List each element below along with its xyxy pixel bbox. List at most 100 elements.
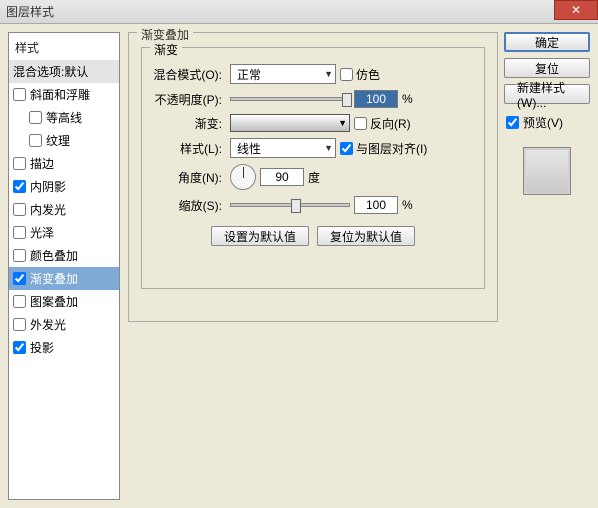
dither-checkbox[interactable]: 仿色 (340, 66, 380, 83)
sidebar-checkbox[interactable] (29, 111, 42, 124)
sidebar-item-label: 图案叠加 (30, 293, 115, 310)
sidebar-item-label: 外发光 (30, 316, 115, 333)
sidebar-checkbox[interactable] (13, 272, 26, 285)
scale-slider[interactable] (230, 203, 350, 207)
close-icon: ✕ (571, 3, 581, 17)
reverse-label: 反向(R) (370, 115, 411, 132)
main-panel: 渐变叠加 渐变 混合模式(O): 正常 ▼ 仿色 不透明度(P): (124, 24, 502, 508)
sidebar-checkbox[interactable] (13, 295, 26, 308)
content: 样式 混合选项:默认 斜面和浮雕等高线纹理描边内阴影内发光光泽颜色叠加渐变叠加图… (0, 24, 598, 508)
blend-mode-select[interactable]: 正常 ▼ (230, 64, 336, 84)
sidebar-checkbox[interactable] (13, 157, 26, 170)
sidebar-item-5[interactable]: 内发光 (9, 198, 119, 221)
sidebar-item-label: 渐变叠加 (30, 270, 115, 287)
sidebar-item-3[interactable]: 描边 (9, 152, 119, 175)
sidebar-item-8[interactable]: 渐变叠加 (9, 267, 119, 290)
inner-legend: 渐变 (150, 41, 182, 58)
sidebar-item-label: 内发光 (30, 201, 115, 218)
sidebar-checkbox[interactable] (29, 134, 42, 147)
gradient-row: 渐变: ▼ 反向(R) (150, 114, 476, 132)
opacity-slider[interactable] (230, 97, 350, 101)
sidebar-item-label: 等高线 (46, 109, 115, 126)
style-select[interactable]: 线性 ▼ (230, 138, 336, 158)
reverse-input[interactable] (354, 117, 367, 130)
blend-mode-label: 混合模式(O): (150, 66, 226, 83)
preview-input[interactable] (506, 116, 519, 129)
cancel-button[interactable]: 复位 (504, 58, 590, 78)
style-value: 线性 (237, 140, 261, 157)
angle-unit: 度 (308, 169, 320, 186)
ok-button[interactable]: 确定 (504, 32, 590, 52)
styles-sidebar: 样式 混合选项:默认 斜面和浮雕等高线纹理描边内阴影内发光光泽颜色叠加渐变叠加图… (8, 32, 120, 500)
sidebar-item-11[interactable]: 投影 (9, 336, 119, 359)
sidebar-item-label: 颜色叠加 (30, 247, 115, 264)
sidebar-checkbox[interactable] (13, 249, 26, 262)
align-input[interactable] (340, 142, 353, 155)
reset-default-button[interactable]: 复位为默认值 (317, 226, 415, 246)
chevron-down-icon: ▼ (338, 118, 347, 128)
style-row: 样式(L): 线性 ▼ 与图层对齐(I) (150, 138, 476, 158)
align-checkbox[interactable]: 与图层对齐(I) (340, 140, 427, 157)
opacity-row: 不透明度(P): 100 % (150, 90, 476, 108)
style-label: 样式(L): (150, 140, 226, 157)
default-buttons-row: 设置为默认值 复位为默认值 (150, 226, 476, 246)
angle-row: 角度(N): 90 度 (150, 164, 476, 190)
dither-label: 仿色 (356, 66, 380, 83)
preview-swatch (523, 147, 571, 195)
sidebar-item-label: 斜面和浮雕 (30, 86, 115, 103)
sidebar-checkbox[interactable] (13, 318, 26, 331)
set-default-button[interactable]: 设置为默认值 (211, 226, 309, 246)
sidebar-item-7[interactable]: 颜色叠加 (9, 244, 119, 267)
sidebar-item-1[interactable]: 等高线 (9, 106, 119, 129)
sidebar-checkbox[interactable] (13, 226, 26, 239)
sidebar-checkbox[interactable] (13, 180, 26, 193)
gradient-inner-group: 渐变 混合模式(O): 正常 ▼ 仿色 不透明度(P): (141, 47, 485, 289)
scale-unit: % (402, 198, 413, 212)
angle-value[interactable]: 90 (260, 168, 304, 186)
close-button[interactable]: ✕ (554, 0, 598, 20)
sidebar-item-label: 描边 (30, 155, 115, 172)
gradient-overlay-group: 渐变叠加 渐变 混合模式(O): 正常 ▼ 仿色 不透明度(P): (128, 32, 498, 322)
scale-label: 缩放(S): (150, 197, 226, 214)
blend-options-label: 混合选项:默认 (13, 63, 115, 80)
blend-options-item[interactable]: 混合选项:默认 (9, 60, 119, 83)
opacity-unit: % (402, 92, 413, 106)
align-label: 与图层对齐(I) (356, 140, 427, 157)
sidebar-item-label: 内阴影 (30, 178, 115, 195)
sidebar-checkbox[interactable] (13, 88, 26, 101)
scale-value[interactable]: 100 (354, 196, 398, 214)
sidebar-item-label: 投影 (30, 339, 115, 356)
opacity-value[interactable]: 100 (354, 90, 398, 108)
preview-label: 预览(V) (523, 114, 563, 131)
new-style-button[interactable]: 新建样式(W)... (504, 84, 590, 104)
sidebar-header: 样式 (9, 35, 119, 60)
blend-mode-value: 正常 (237, 66, 261, 83)
sidebar-item-10[interactable]: 外发光 (9, 313, 119, 336)
sidebar-item-label: 光泽 (30, 224, 115, 241)
preview-checkbox[interactable]: 预览(V) (504, 110, 590, 135)
sidebar-item-4[interactable]: 内阴影 (9, 175, 119, 198)
chevron-down-icon: ▼ (324, 143, 333, 153)
gradient-picker[interactable]: ▼ (230, 114, 350, 132)
right-panel: 确定 复位 新建样式(W)... 预览(V) (502, 24, 598, 508)
scale-row: 缩放(S): 100 % (150, 196, 476, 214)
sidebar-item-9[interactable]: 图案叠加 (9, 290, 119, 313)
sidebar-checkbox[interactable] (13, 341, 26, 354)
window-title: 图层样式 (6, 3, 54, 20)
sidebar-item-2[interactable]: 纹理 (9, 129, 119, 152)
reverse-checkbox[interactable]: 反向(R) (354, 115, 411, 132)
chevron-down-icon: ▼ (324, 69, 333, 79)
sidebar-checkbox[interactable] (13, 203, 26, 216)
sidebar-item-label: 纹理 (46, 132, 115, 149)
blend-mode-row: 混合模式(O): 正常 ▼ 仿色 (150, 64, 476, 84)
sidebar-item-6[interactable]: 光泽 (9, 221, 119, 244)
sidebar-item-0[interactable]: 斜面和浮雕 (9, 83, 119, 106)
gradient-label: 渐变: (150, 115, 226, 132)
scale-thumb[interactable] (291, 199, 301, 213)
angle-label: 角度(N): (150, 169, 226, 186)
opacity-label: 不透明度(P): (150, 91, 226, 108)
dither-input[interactable] (340, 68, 353, 81)
opacity-thumb[interactable] (342, 93, 352, 107)
titlebar: 图层样式 ✕ (0, 0, 598, 24)
angle-dial[interactable] (230, 164, 256, 190)
